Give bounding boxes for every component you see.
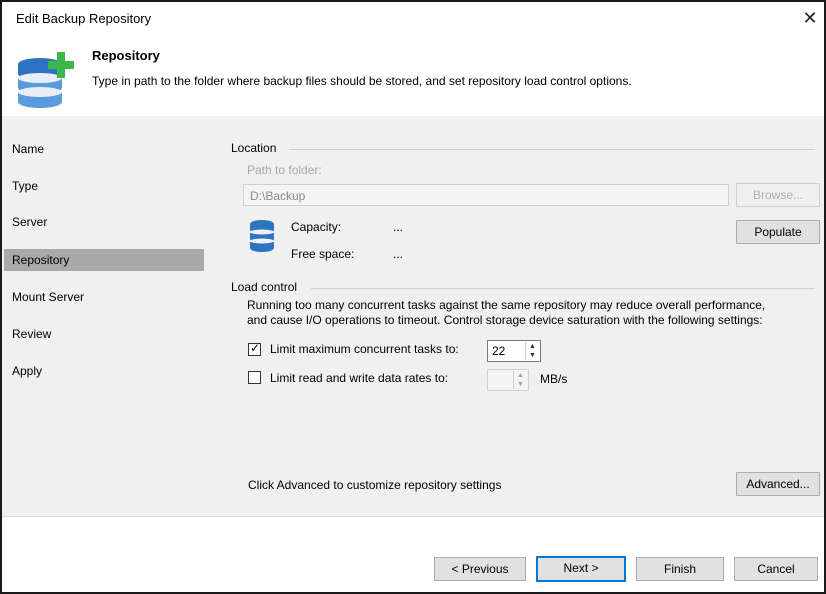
footer-divider [2,516,824,517]
previous-button[interactable]: < Previous [434,557,526,581]
advanced-hint: Click Advanced to customize repository s… [248,478,502,492]
edit-backup-repository-dialog: Edit Backup Repository ✕ Repository Type… [0,0,826,594]
load-control-divider [311,288,815,289]
free-space-label: Free space: [291,247,355,261]
stepper-arrows: ▲ ▼ [525,342,539,360]
window-title: Edit Backup Repository [16,11,152,26]
storage-icon [249,219,275,253]
limit-tasks-checkbox[interactable]: ✓ [248,341,261,356]
path-label: Path to folder: [247,163,322,177]
advanced-button[interactable]: Advanced... [736,472,820,496]
populate-button[interactable]: Populate [736,220,820,244]
title-bar: Edit Backup Repository ✕ [2,2,824,36]
limit-tasks-value[interactable]: 22 [492,341,505,361]
capacity-label: Capacity: [291,220,342,234]
wizard-header: Repository Type in path to the folder wh… [2,36,824,116]
limit-tasks-label: Limit maximum concurrent tasks to: [270,342,459,356]
sidebar-item-repository[interactable]: Repository [4,249,204,271]
database-add-icon [14,50,78,110]
checkmark-icon: ✓ [249,341,261,355]
limit-tasks-stepper[interactable]: 22 ▲ ▼ [487,340,541,362]
limit-rates-checkbox[interactable] [248,371,261,384]
sidebar-item-name[interactable]: Name [12,138,205,160]
sidebar-item-review[interactable]: Review [12,323,205,345]
finish-button[interactable]: Finish [636,557,724,581]
free-space-value: ... [393,247,404,261]
increment-icon[interactable]: ▲ [515,371,526,380]
sidebar-item-mount-server[interactable]: Mount Server [12,286,205,308]
load-control-description-1: Running too many concurrent tasks agains… [247,298,766,312]
wizard-steps-sidebar: Name Type Server Repository Mount Server… [2,116,207,516]
path-input[interactable]: D:\Backup [243,184,729,206]
browse-button[interactable]: Browse... [736,183,820,207]
decrement-icon[interactable]: ▼ [515,380,526,389]
limit-rates-stepper[interactable]: ▲ ▼ [487,369,529,391]
load-control-group-title: Load control [231,280,298,294]
capacity-value: ... [393,220,404,234]
limit-rates-unit: MB/s [540,372,568,386]
page-title: Repository [92,48,160,63]
cancel-button[interactable]: Cancel [734,557,818,581]
stepper-arrows: ▲ ▼ [513,371,527,389]
close-icon[interactable]: ✕ [800,8,820,29]
sidebar-item-server[interactable]: Server [12,211,205,233]
wizard-content: Location Path to folder: D:\Backup Brows… [207,116,824,516]
decrement-icon[interactable]: ▼ [527,351,538,360]
load-control-description-2: and cause I/O operations to timeout. Con… [247,313,763,327]
location-group-title: Location [231,141,277,155]
sidebar-item-apply[interactable]: Apply [12,360,205,382]
location-divider [289,149,815,150]
next-button[interactable]: Next > [536,556,626,582]
increment-icon[interactable]: ▲ [527,342,538,351]
wizard-footer: < Previous Next > Finish Cancel [2,516,824,592]
page-subtitle: Type in path to the folder where backup … [92,74,632,88]
limit-rates-label: Limit read and write data rates to: [270,371,449,385]
sidebar-item-type[interactable]: Type [12,175,205,197]
